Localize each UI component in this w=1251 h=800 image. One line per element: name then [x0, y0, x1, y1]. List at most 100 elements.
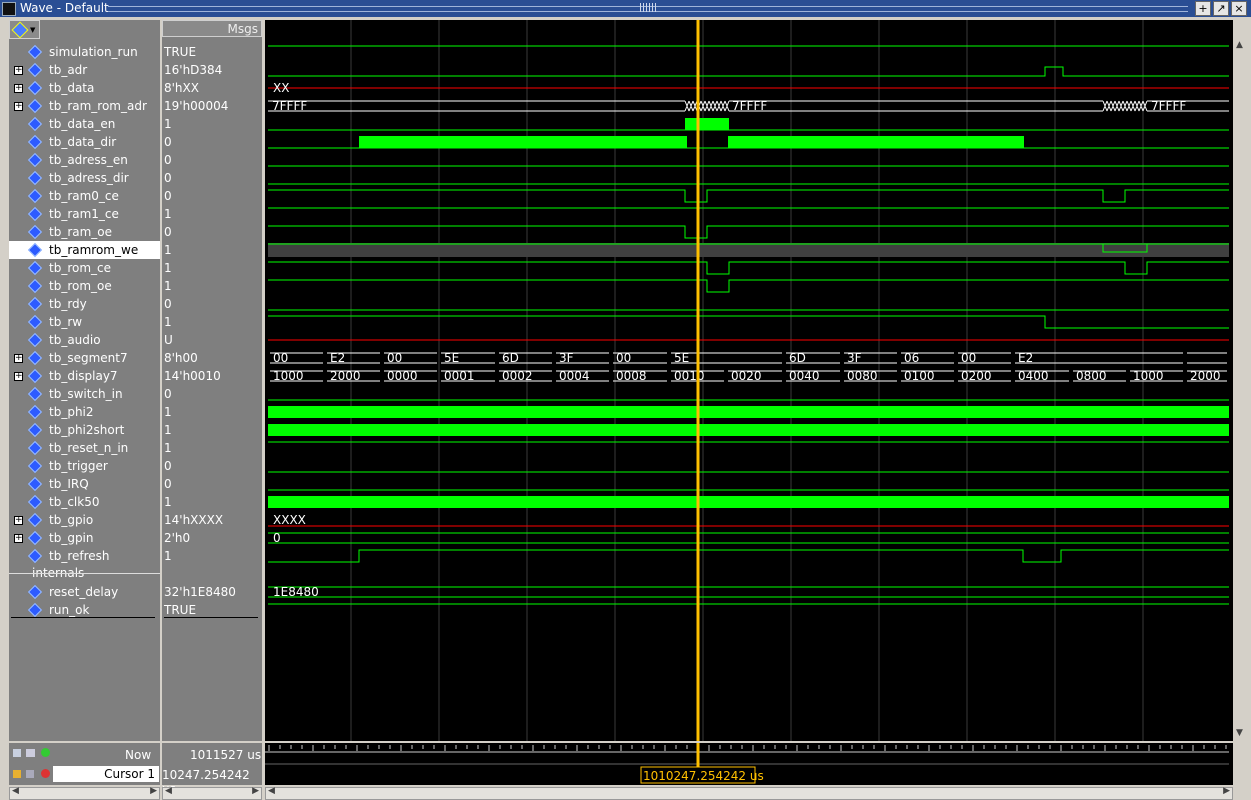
signal-name: tb_switch_in [49, 387, 123, 401]
signal-value: 2'h0 [164, 531, 191, 545]
wave-tb_adr [268, 66, 1229, 77]
signal-name: tb_rom_ce [49, 261, 112, 275]
waveform-canvas[interactable]: XX 7FFFF 7FFFF 7FFFF 00 E2 00 5E 6D 3F 00 5E 6D 3F 06 0… [265, 20, 1233, 741]
add-cursor-icon[interactable] [41, 748, 50, 757]
signal-row[interactable]: tb_ram1_ce [9, 205, 160, 223]
signal-row[interactable]: tb_switch_in [9, 385, 160, 403]
signal-name-pane: ▼ simulation_run + tb_adr + tb_data + tb_ram_r… [9, 20, 160, 741]
signal-row[interactable]: tb_ram_oe [9, 223, 160, 241]
signal-row[interactable]: + tb_segment7 [9, 349, 160, 367]
signal-row[interactable]: tb_ram0_ce [9, 187, 160, 205]
signal-row[interactable]: tb_audio [9, 331, 160, 349]
signal-row[interactable]: tb_ramrom_we [9, 241, 160, 259]
dock-icon[interactable]: + [1195, 1, 1211, 16]
signal-name: tb_adr [49, 63, 88, 77]
wave-label: E2 [330, 351, 345, 365]
signal-name: tb_data [49, 81, 95, 95]
grip-handle-icon[interactable] [640, 3, 656, 12]
close-icon[interactable]: × [1231, 1, 1247, 16]
signal-name: tb_phi2short [49, 423, 125, 437]
signal-row[interactable]: tb_data_dir [9, 133, 160, 151]
expand-icon[interactable]: + [14, 372, 23, 381]
signal-row[interactable]: + tb_display7 [9, 367, 160, 385]
toolbar-icons-top[interactable] [13, 748, 53, 758]
scroll-left-icon[interactable]: ◀ [165, 786, 172, 796]
cursor-flag-text: 1010247.254242 us [643, 769, 764, 783]
signal-value: 0 [164, 153, 172, 167]
scroll-up-icon[interactable]: ▲ [1236, 40, 1243, 50]
signal-row[interactable]: tb_rom_oe [9, 277, 160, 295]
wave-label: XX [273, 81, 289, 95]
waveform-pane[interactable]: XX 7FFFF 7FFFF 7FFFF 00 E2 00 5E 6D 3F 00 5E 6D 3F 06 0… [265, 20, 1233, 741]
signal-row[interactable]: tb_rdy [9, 295, 160, 313]
lock-icon[interactable] [13, 770, 21, 778]
signal-row[interactable]: tb_trigger [9, 457, 160, 475]
signal-row[interactable]: + tb_gpin [9, 529, 160, 547]
wave-menu-button[interactable]: ▼ [9, 20, 40, 39]
scroll-left-icon[interactable]: ◀ [12, 786, 19, 796]
remove-cursor-icon[interactable] [41, 769, 50, 778]
display-icon[interactable] [26, 749, 35, 757]
timeline-ruler[interactable]: 1010247.254242 us [265, 743, 1233, 785]
signal-row[interactable]: + tb_adr [9, 61, 160, 79]
signal-diamond-icon [27, 530, 43, 546]
signal-row[interactable]: tb_refresh [9, 547, 160, 565]
names-hscrollbar[interactable]: ◀ ▶ [9, 786, 160, 800]
signal-row[interactable]: tb_rw [9, 313, 160, 331]
signal-value: 1 [164, 495, 172, 509]
signal-row[interactable]: tb_reset_n_in [9, 439, 160, 457]
bus-segment7 [270, 352, 1227, 364]
toolbar-icons-bottom[interactable] [13, 769, 53, 779]
wave-tb_ram_oe [268, 225, 1229, 239]
signal-value: 1 [164, 423, 172, 437]
signal-row[interactable]: tb_rom_ce [9, 259, 160, 277]
expand-icon[interactable]: + [14, 84, 23, 93]
signal-row[interactable]: tb_clk50 [9, 493, 160, 511]
signal-row[interactable]: tb_adress_dir [9, 169, 160, 187]
signal-name: tb_ram_rom_adr [49, 99, 147, 113]
signal-value: 14'h0010 [164, 369, 221, 383]
signal-row[interactable]: + tb_data [9, 79, 160, 97]
wave-label: 0040 [789, 369, 820, 383]
cursor-name-box[interactable]: Cursor 1 [53, 766, 159, 782]
wave-tb_rom_oe [268, 279, 1229, 293]
wave-hscrollbar[interactable]: ◀ ▶ [265, 786, 1233, 800]
chevron-down-icon: ▼ [30, 26, 36, 34]
zoom-icon[interactable] [13, 749, 21, 757]
expand-icon[interactable]: + [14, 66, 23, 75]
scroll-right-icon[interactable]: ▶ [252, 786, 259, 796]
wave-tb_ram0_ce [268, 189, 1229, 203]
signal-row[interactable]: + tb_ram_rom_adr [9, 97, 160, 115]
signal-diamond-icon [27, 350, 43, 366]
wrench-icon[interactable] [26, 770, 34, 778]
signal-diamond-icon [27, 584, 43, 600]
signal-row[interactable]: tb_adress_en [9, 151, 160, 169]
wave-label: 3F [559, 351, 574, 365]
signal-row[interactable]: tb_phi2 [9, 403, 160, 421]
expand-icon[interactable]: + [14, 354, 23, 363]
signal-row[interactable]: tb_phi2short [9, 421, 160, 439]
expand-icon[interactable]: + [14, 534, 23, 543]
signal-row[interactable]: simulation_run [9, 43, 160, 61]
wave-label: 00 [616, 351, 631, 365]
scroll-down-icon[interactable]: ▼ [1236, 728, 1243, 738]
scroll-right-icon[interactable]: ▶ [150, 786, 157, 796]
wave-label: 3F [847, 351, 862, 365]
signal-name: tb_rdy [49, 297, 87, 311]
expand-icon[interactable]: + [14, 102, 23, 111]
expand-icon[interactable]: + [14, 516, 23, 525]
timeline-pane[interactable]: 1010247.254242 us [265, 743, 1233, 785]
signal-value: 1 [164, 243, 172, 257]
signal-row[interactable]: + tb_gpio [9, 511, 160, 529]
wave-label: 1E8480 [273, 585, 319, 599]
scroll-left-icon[interactable]: ◀ [268, 786, 275, 796]
scroll-right-icon[interactable]: ▶ [1223, 786, 1230, 796]
bus-reset_delay [268, 586, 1229, 598]
signal-row[interactable]: reset_delay [9, 583, 160, 601]
app-icon [2, 2, 16, 16]
undock-icon[interactable]: ↗ [1213, 1, 1229, 16]
vertical-scrollbar[interactable]: ▲ ▼ [1233, 20, 1251, 741]
values-hscrollbar[interactable]: ◀ ▶ [162, 786, 262, 800]
signal-row[interactable]: tb_IRQ [9, 475, 160, 493]
signal-row[interactable]: tb_data_en [9, 115, 160, 133]
